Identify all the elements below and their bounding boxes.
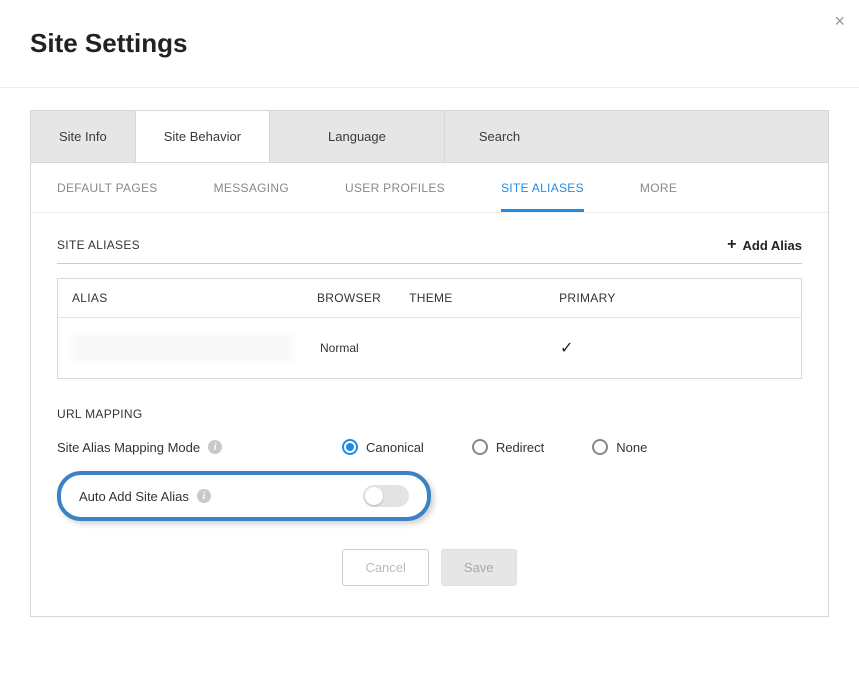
th-theme: THEME [395, 279, 545, 317]
th-browser: BROWSER [303, 279, 395, 317]
auto-add-label: Auto Add Site Alias [79, 489, 189, 504]
subtab-default-pages[interactable]: DEFAULT PAGES [57, 163, 158, 212]
info-icon[interactable]: i [208, 440, 222, 454]
plus-icon: + [727, 237, 736, 253]
form-actions: Cancel Save [57, 549, 802, 586]
header-divider [0, 87, 859, 88]
tab-language[interactable]: Language [270, 111, 445, 162]
th-primary: PRIMARY [545, 279, 665, 317]
auto-add-site-alias-row: Auto Add Site Alias i [57, 471, 431, 521]
add-alias-button[interactable]: + Add Alias [727, 237, 802, 253]
site-aliases-title: SITE ALIASES [57, 238, 140, 252]
tab-site-behavior[interactable]: Site Behavior [136, 111, 270, 162]
radio-none-label: None [616, 440, 647, 455]
subtab-more[interactable]: MORE [640, 163, 677, 212]
page-title: Site Settings [30, 28, 829, 59]
mapping-mode-label: Site Alias Mapping Mode [57, 440, 200, 455]
url-mapping-title: URL MAPPING [57, 407, 802, 421]
cancel-button[interactable]: Cancel [342, 549, 428, 586]
td-browser: Normal [306, 329, 396, 367]
td-theme [396, 336, 546, 360]
add-alias-label: Add Alias [743, 238, 802, 253]
site-aliases-section-header: SITE ALIASES + Add Alias [57, 237, 802, 264]
td-alias [58, 322, 306, 374]
primary-tabs: Site Info Site Behavior Language Search [31, 111, 828, 163]
tab-search[interactable]: Search [445, 111, 554, 162]
table-header-row: ALIAS BROWSER THEME PRIMARY [58, 279, 801, 318]
close-icon[interactable]: × [834, 12, 845, 30]
radio-canonical[interactable]: Canonical [342, 439, 424, 455]
radio-none[interactable]: None [592, 439, 647, 455]
subtab-site-aliases[interactable]: SITE ALIASES [501, 163, 584, 212]
td-primary: ✓ [546, 326, 666, 370]
radio-redirect-label: Redirect [496, 440, 544, 455]
alias-table: ALIAS BROWSER THEME PRIMARY Normal ✓ [57, 278, 802, 379]
radio-redirect[interactable]: Redirect [472, 439, 544, 455]
check-icon: ✓ [560, 340, 573, 357]
info-icon[interactable]: i [197, 489, 211, 503]
settings-panel: Site Info Site Behavior Language Search … [30, 110, 829, 617]
table-row[interactable]: Normal ✓ [58, 318, 801, 378]
tab-site-info[interactable]: Site Info [31, 111, 136, 162]
toggle-knob [365, 487, 383, 505]
subtab-messaging[interactable]: MESSAGING [214, 163, 289, 212]
save-button[interactable]: Save [441, 549, 517, 586]
mapping-mode-row: Site Alias Mapping Mode i Canonical Redi… [57, 439, 802, 455]
th-alias: ALIAS [58, 279, 303, 317]
auto-add-toggle[interactable] [363, 485, 409, 507]
mapping-mode-radios: Canonical Redirect None [342, 439, 647, 455]
alias-redacted [72, 334, 292, 362]
subtab-user-profiles[interactable]: USER PROFILES [345, 163, 445, 212]
radio-canonical-label: Canonical [366, 440, 424, 455]
secondary-tabs: DEFAULT PAGES MESSAGING USER PROFILES SI… [31, 163, 828, 213]
